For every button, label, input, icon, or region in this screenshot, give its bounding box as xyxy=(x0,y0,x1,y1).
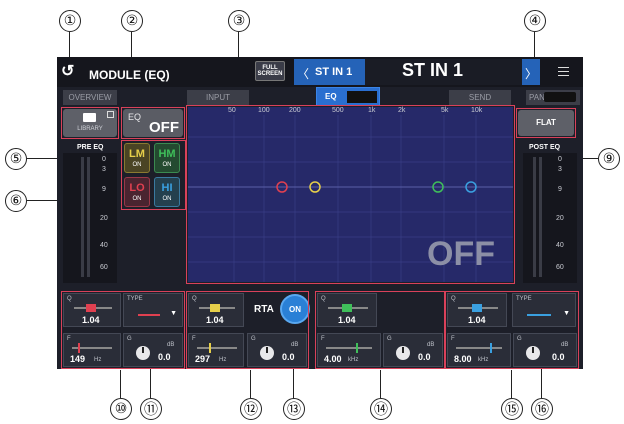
post-scale-3: 3 xyxy=(558,166,562,173)
callout-14: ⑭ xyxy=(370,398,392,420)
callout-9: ⑨ xyxy=(598,148,620,170)
device-screen: ↺ MODULE (EQ) FULL SCREEN 〈 ST IN 1 ST I… xyxy=(57,57,583,369)
highlight-library xyxy=(61,107,119,139)
pre-scale-40: 40 xyxy=(100,242,108,249)
callout-6: ⑥ xyxy=(5,190,27,212)
page-title: MODULE (EQ) xyxy=(89,68,170,82)
tab-eq[interactable]: EQ xyxy=(316,87,380,106)
channel-name-big: ST IN 1 xyxy=(402,60,464,80)
post-scale-60: 60 xyxy=(556,264,564,271)
pre-scale-20: 20 xyxy=(100,215,108,222)
pre-eq-label: PRE EQ xyxy=(77,144,104,151)
highlight-graph xyxy=(186,105,515,284)
full-screen-button[interactable]: FULL SCREEN xyxy=(255,61,285,81)
tab-send[interactable]: SEND xyxy=(449,90,511,105)
callout-11: ⑪ xyxy=(140,398,162,420)
full-screen-label-2: SCREEN xyxy=(257,71,283,77)
pre-scale-0: 0 xyxy=(102,156,106,163)
eq-mini-icon xyxy=(347,91,377,103)
callout-5: ⑤ xyxy=(5,148,27,170)
highlight-bands xyxy=(121,140,186,210)
highlight-hm-panels xyxy=(315,291,445,369)
post-eq-meter xyxy=(523,153,577,283)
tab-pan-label: PAN xyxy=(529,93,545,102)
tab-overview[interactable]: OVERVIEW xyxy=(63,90,117,105)
back-icon[interactable]: ↺ xyxy=(61,61,74,81)
menu-icon[interactable] xyxy=(558,67,569,76)
post-scale-40: 40 xyxy=(556,242,564,249)
channel-name-small: ST IN 1 xyxy=(315,66,353,78)
post-eq-label: POST EQ xyxy=(529,144,561,151)
pre-eq-meter xyxy=(63,153,117,283)
post-scale-9: 9 xyxy=(558,186,562,193)
callout-16: ⑯ xyxy=(531,398,553,420)
pan-indicator xyxy=(544,92,576,102)
callout-3: ③ xyxy=(228,10,250,32)
callout-2: ② xyxy=(121,10,143,32)
next-channel-button[interactable]: 〉 xyxy=(525,65,537,82)
post-scale-0: 0 xyxy=(558,156,562,163)
post-scale-20: 20 xyxy=(556,215,564,222)
prev-channel-button[interactable]: 〈 xyxy=(297,65,309,82)
tab-pan[interactable]: PAN xyxy=(526,90,580,105)
tab-input[interactable]: INPUT xyxy=(187,90,249,105)
callout-1: ① xyxy=(59,10,81,32)
highlight-eq-toggle xyxy=(121,107,185,139)
tab-eq-label: EQ xyxy=(325,92,337,101)
callout-10: ⑩ xyxy=(110,398,132,420)
pre-scale-60: 60 xyxy=(100,264,108,271)
pre-scale-9: 9 xyxy=(102,186,106,193)
callout-13: ⑬ xyxy=(283,398,305,420)
highlight-lm-panels xyxy=(186,291,309,369)
callout-12: ⑫ xyxy=(240,398,262,420)
pre-scale-3: 3 xyxy=(102,166,106,173)
highlight-low-panels xyxy=(61,291,185,369)
highlight-hi-panels xyxy=(445,291,579,369)
callout-15: ⑮ xyxy=(501,398,523,420)
highlight-flat xyxy=(516,108,576,138)
callout-4: ④ xyxy=(524,10,546,32)
